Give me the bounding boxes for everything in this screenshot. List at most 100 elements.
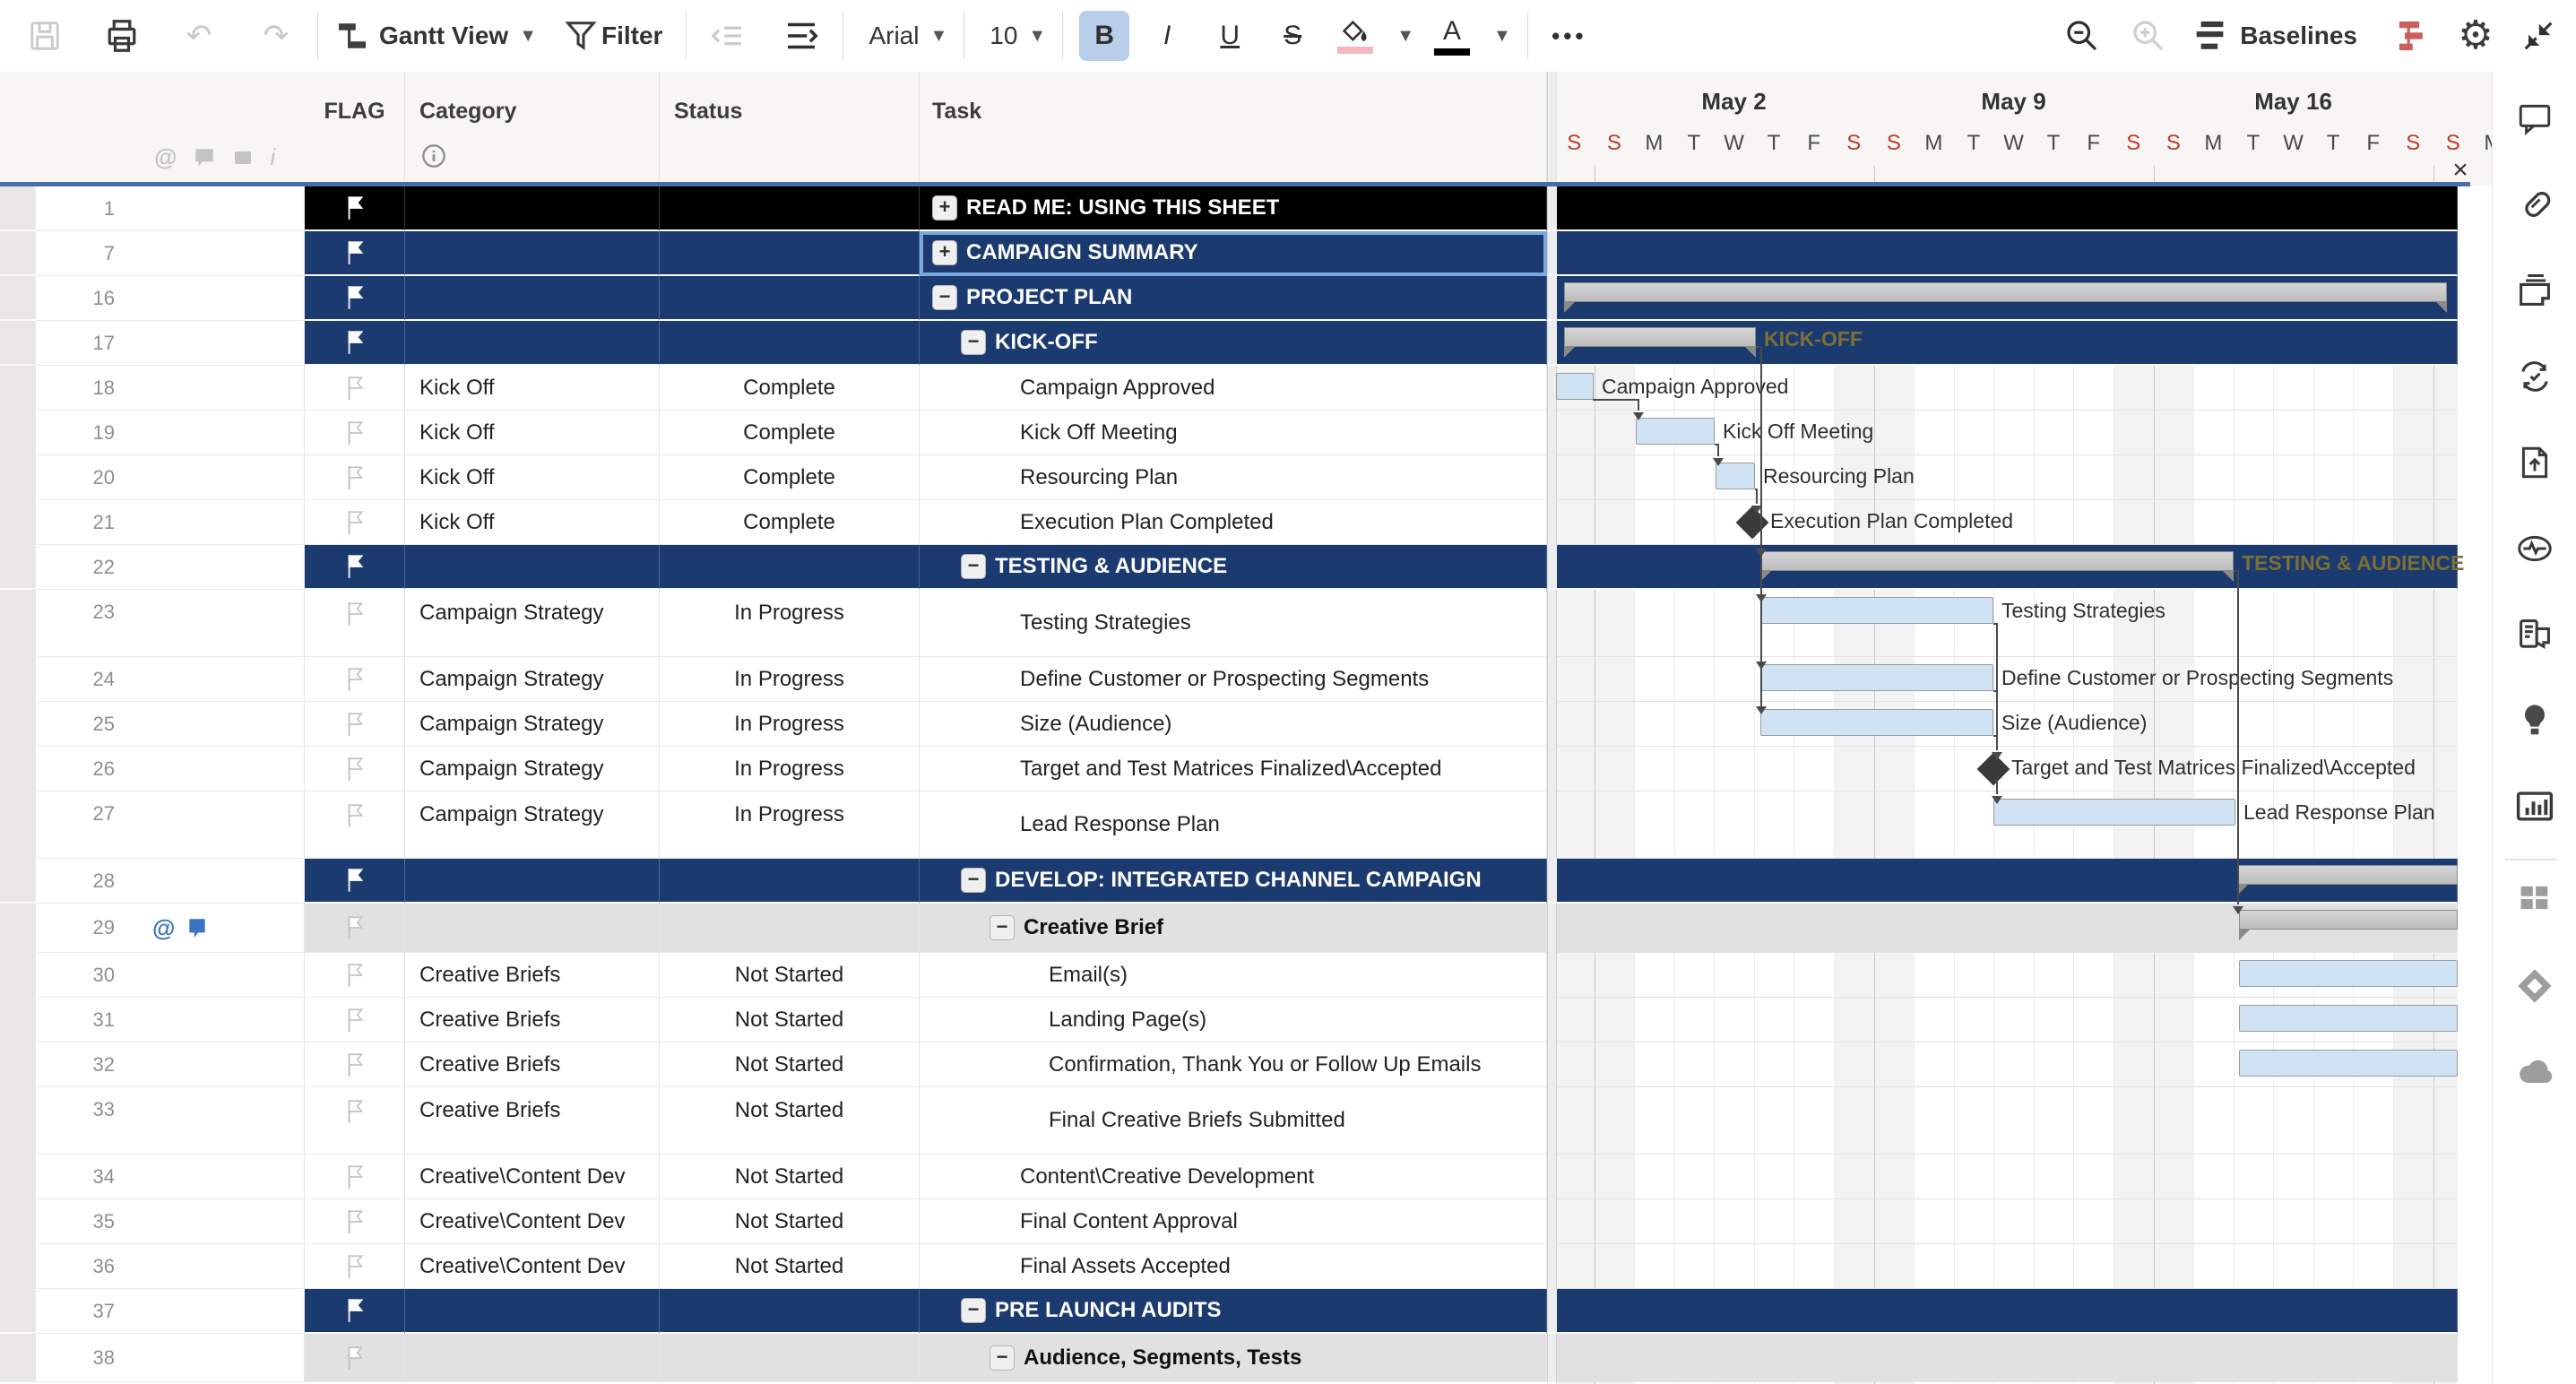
timeline-day-letter[interactable]: W [1993, 127, 2034, 160]
flag-cell[interactable] [305, 276, 405, 321]
column-header-task[interactable]: Task [920, 72, 1547, 186]
row-number-cell[interactable]: 29@ [36, 904, 305, 953]
status-cell[interactable]: Not Started [660, 998, 920, 1042]
grid-gantt-divider[interactable] [1547, 1155, 1557, 1199]
status-cell[interactable] [660, 276, 920, 321]
undo-button[interactable]: ↶ [174, 11, 224, 61]
proofs-icon[interactable] [2513, 269, 2556, 312]
baselines-button[interactable]: Baselines [2193, 11, 2364, 61]
mention-icon[interactable]: @ [152, 914, 175, 942]
task-cell[interactable]: Campaign Approved [920, 366, 1547, 411]
status-cell[interactable]: Not Started [660, 1199, 920, 1244]
flag-cell[interactable] [305, 411, 405, 455]
bold-button[interactable]: B [1079, 11, 1129, 61]
task-cell[interactable]: −DEVELOP: INTEGRATED CHANNEL CAMPAIGN [920, 859, 1547, 904]
gantt-bar-task[interactable] [2239, 1005, 2458, 1032]
collapse-icon[interactable]: − [961, 554, 986, 579]
column-header-category[interactable]: Category [405, 72, 660, 186]
task-cell[interactable]: Size (Audience) [920, 702, 1547, 747]
category-cell[interactable]: Creative Briefs [405, 953, 660, 998]
grid-gantt-divider[interactable] [1547, 186, 1557, 231]
category-cell[interactable]: Creative\Content Dev [405, 1199, 660, 1244]
timeline-day-letter[interactable]: W [2273, 127, 2313, 160]
category-cell[interactable]: Campaign Strategy [405, 590, 660, 657]
timeline-day-letter[interactable]: S [2114, 127, 2154, 160]
flag-cell[interactable] [305, 859, 405, 904]
status-cell[interactable]: Complete [660, 411, 920, 455]
gantt-bar-task[interactable] [1993, 799, 2235, 826]
task-cell[interactable]: Email(s) [920, 953, 1547, 998]
flag-cell[interactable] [305, 657, 405, 702]
timeline-day-letter[interactable]: T [2234, 127, 2274, 160]
status-cell[interactable] [660, 904, 920, 953]
flag-cell[interactable] [305, 321, 405, 366]
category-cell[interactable]: Campaign Strategy [405, 702, 660, 747]
category-cell[interactable] [405, 904, 660, 953]
status-cell[interactable]: In Progress [660, 747, 920, 791]
grid-gantt-divider[interactable] [1547, 953, 1557, 998]
apps-grid-icon[interactable] [2513, 877, 2556, 920]
task-cell[interactable]: −TESTING & AUDIENCE [920, 545, 1547, 590]
task-cell[interactable]: Landing Page(s) [920, 998, 1547, 1042]
task-cell[interactable]: −PROJECT PLAN [920, 276, 1547, 321]
info-circle-icon[interactable] [421, 143, 446, 169]
flag-cell[interactable] [305, 747, 405, 791]
grid-gantt-divider[interactable] [1547, 657, 1557, 702]
row-number-cell[interactable]: 24 [36, 657, 305, 702]
status-cell[interactable]: In Progress [660, 791, 920, 859]
text-color-button[interactable]: A [1427, 11, 1477, 61]
gantt-bar-summary[interactable] [1760, 551, 2234, 582]
status-cell[interactable]: Not Started [660, 1042, 920, 1087]
update-requests-icon[interactable] [2513, 355, 2556, 398]
flag-cell[interactable] [305, 904, 405, 953]
row-number-cell[interactable]: 18 [36, 366, 305, 411]
status-cell[interactable] [660, 545, 920, 590]
gantt-bar-task[interactable] [1760, 597, 1993, 624]
category-cell[interactable]: Campaign Strategy [405, 791, 660, 859]
timeline-day-letter[interactable]: S [2433, 127, 2474, 160]
task-cell[interactable]: +READ ME: USING THIS SHEET [920, 186, 1547, 231]
timeline-day-letter[interactable]: S [2393, 127, 2433, 160]
status-cell[interactable]: In Progress [660, 590, 920, 657]
timeline-day-letter[interactable]: M [2193, 127, 2234, 160]
chevron-down-icon[interactable]: ▼ [1396, 26, 1414, 47]
row-number-cell[interactable]: 33 [36, 1087, 305, 1155]
category-cell[interactable]: Creative Briefs [405, 1087, 660, 1155]
gantt-bar-task[interactable] [1716, 463, 1755, 489]
timeline-day-letter[interactable]: M [1914, 127, 1954, 160]
collapse-icon[interactable]: − [961, 868, 986, 893]
grid-gantt-divider[interactable] [1547, 590, 1557, 657]
category-cell[interactable] [405, 276, 660, 321]
status-cell[interactable]: Not Started [660, 953, 920, 998]
row-number-cell[interactable]: 36 [36, 1244, 305, 1289]
grid-gantt-divider[interactable] [1547, 791, 1557, 859]
grid-gantt-divider[interactable] [1547, 1334, 1557, 1382]
italic-button[interactable]: I [1142, 11, 1192, 61]
status-cell[interactable]: Not Started [660, 1155, 920, 1199]
row-number-header[interactable]: @ i [0, 72, 305, 186]
collapse-button[interactable] [2513, 11, 2563, 61]
category-cell[interactable]: Campaign Strategy [405, 747, 660, 791]
grid-gantt-divider[interactable] [1547, 545, 1557, 590]
timeline-day-letter[interactable]: T [2034, 127, 2074, 160]
timeline-week-label[interactable]: May 2 [1595, 88, 1874, 116]
gantt-bar-summary[interactable] [1564, 327, 1756, 358]
flag-cell[interactable] [305, 186, 405, 231]
chevron-down-icon[interactable]: ▼ [1493, 26, 1511, 47]
category-cell[interactable] [405, 1289, 660, 1334]
gantt-milestone[interactable] [1736, 506, 1769, 540]
row-number-cell[interactable]: 25 [36, 702, 305, 747]
category-cell[interactable]: Creative Briefs [405, 998, 660, 1042]
gantt-bar-task[interactable] [2239, 960, 2458, 987]
expand-icon[interactable]: + [932, 240, 957, 265]
grid-gantt-divider[interactable] [1547, 231, 1557, 276]
status-cell[interactable] [660, 186, 920, 231]
task-cell[interactable]: Final Content Approval [920, 1199, 1547, 1244]
task-cell[interactable]: Resourcing Plan [920, 455, 1547, 500]
gantt-bar-summary[interactable] [2237, 865, 2458, 895]
grid-gantt-divider[interactable] [1547, 998, 1557, 1042]
comments-icon[interactable] [2513, 97, 2556, 140]
flag-cell[interactable] [305, 1087, 405, 1155]
flag-cell[interactable] [305, 791, 405, 859]
task-cell[interactable]: Lead Response Plan [920, 791, 1547, 859]
